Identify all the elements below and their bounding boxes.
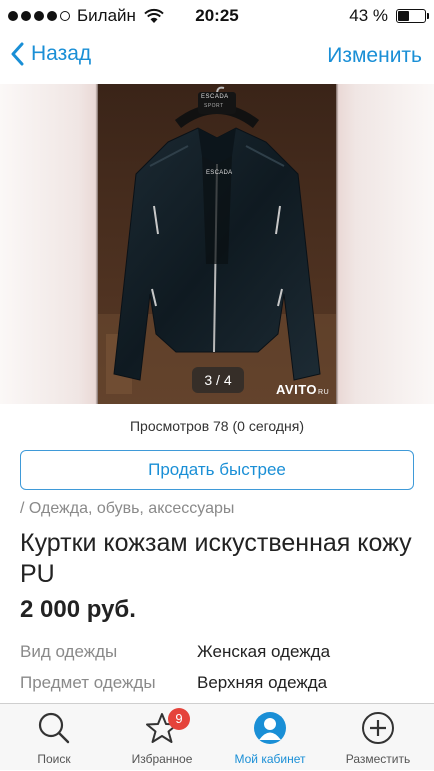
battery-fill: [398, 11, 409, 21]
back-button[interactable]: Назад: [10, 42, 91, 66]
search-icon: [38, 712, 70, 744]
hanger-brand-sub: SPORT: [204, 103, 224, 109]
chevron-left-icon: [11, 42, 24, 66]
battery-icon: [396, 9, 429, 23]
param-value: Верхняя одежда: [197, 673, 328, 692]
hanger-brand-label: ESCADA: [201, 94, 229, 100]
param-label: Предмет одежды: [20, 673, 156, 692]
plus-circle-icon: [362, 712, 394, 744]
tab-bar: Поиск 9 Избранное Мой кабинет Разместить: [0, 703, 434, 770]
battery-percent: 43 %: [349, 6, 388, 25]
photo-gallery[interactable]: ESCADA SPORT ESCADA 3 / 4 AVITORU: [0, 84, 434, 404]
param-value: Женская одежда: [197, 642, 331, 661]
navigation-bar: Назад Изменить: [0, 32, 434, 84]
tab-search[interactable]: Поиск: [0, 704, 108, 771]
edit-button[interactable]: Изменить: [327, 44, 422, 68]
tab-my-account[interactable]: Мой кабинет: [216, 704, 324, 771]
tab-label: Избранное: [131, 752, 193, 766]
category-breadcrumb[interactable]: / Одежда, обувь, аксессуары: [20, 500, 234, 518]
watermark-suffix: RU: [318, 389, 330, 396]
tab-post-ad[interactable]: Разместить: [324, 704, 432, 771]
user-icon: [254, 712, 286, 744]
views-counter: Просмотров 78 (0 сегодня): [129, 418, 305, 434]
tab-label: Мой кабинет: [234, 752, 306, 766]
tab-favorites[interactable]: 9 Избранное: [108, 704, 216, 771]
collar-tag: ESCADA: [206, 170, 233, 176]
photo-counter: 3 / 4: [192, 367, 244, 393]
listing-photo[interactable]: ESCADA SPORT ESCADA: [98, 84, 336, 404]
status-right: 43 %: [349, 6, 429, 26]
favorites-badge: 9: [168, 708, 190, 730]
avito-watermark: AVITORU: [276, 382, 329, 397]
tab-label: Разместить: [345, 752, 411, 766]
listing-title: Куртки кожзам искуственная кожу PU: [20, 529, 412, 588]
back-label: Назад: [31, 42, 92, 65]
tab-label: Поиск: [37, 752, 71, 766]
sell-faster-button[interactable]: Продать быстрее: [20, 450, 414, 490]
status-bar: Билайн 20:25 43 %: [0, 0, 434, 32]
watermark-text: AVITO: [276, 382, 318, 397]
listing-price: 2 000 руб.: [20, 596, 136, 623]
param-label: Вид одежды: [20, 642, 118, 661]
jacket-photo-image: [98, 84, 336, 404]
